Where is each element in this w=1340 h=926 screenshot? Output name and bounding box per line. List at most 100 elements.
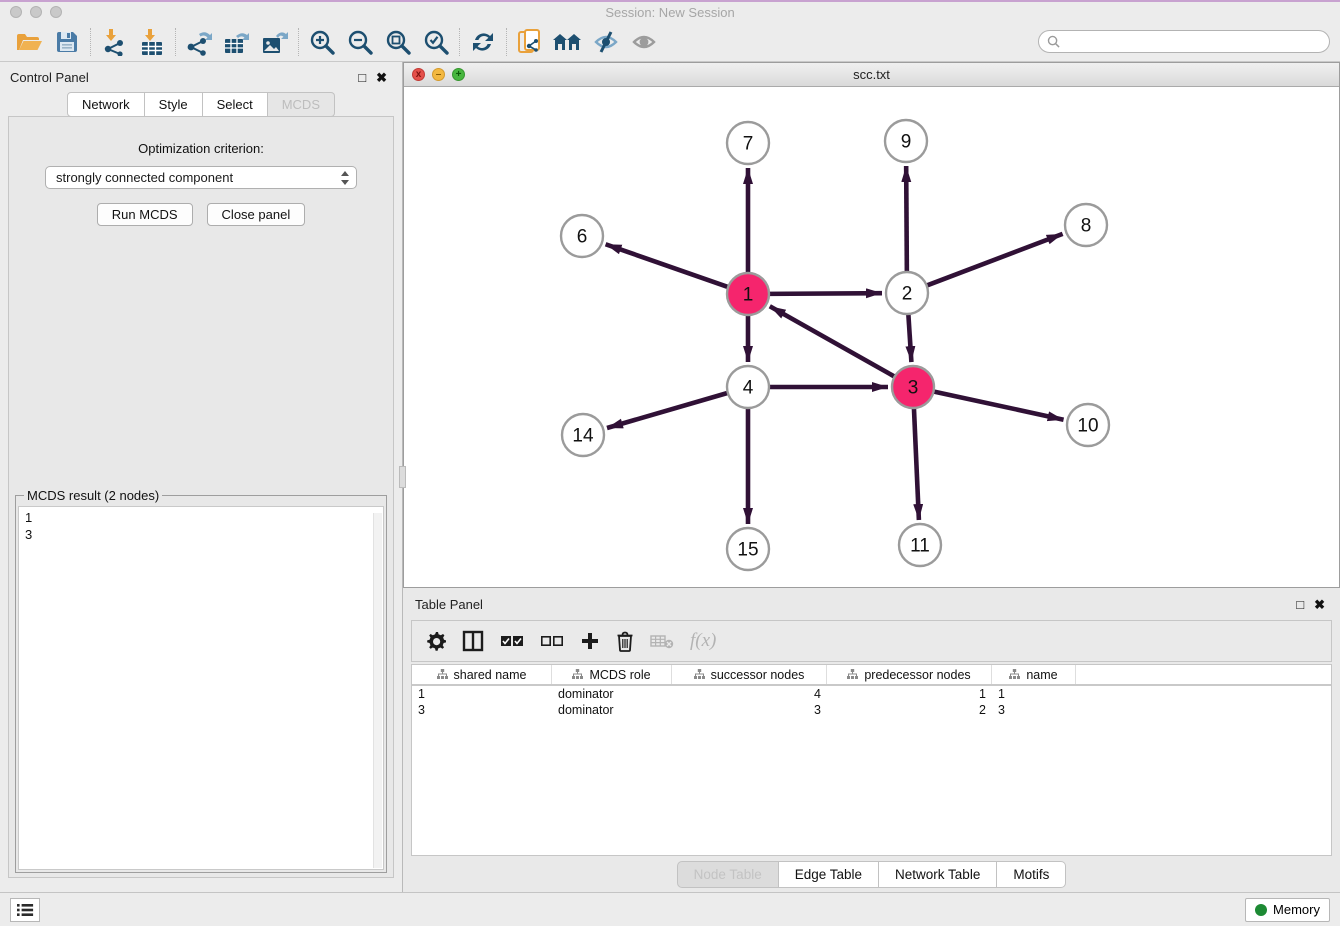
zoom-out-button[interactable] bbox=[341, 26, 379, 58]
graph-edge-2-3[interactable] bbox=[908, 314, 911, 362]
save-session-button[interactable] bbox=[48, 26, 86, 58]
refresh-layout-button[interactable] bbox=[464, 26, 502, 58]
first-neighbors-button[interactable] bbox=[549, 26, 587, 58]
delete-column-icon[interactable] bbox=[616, 626, 634, 656]
graph-edge-3-11[interactable] bbox=[914, 408, 919, 520]
tab-node-table[interactable]: Node Table bbox=[677, 861, 779, 888]
table-cell[interactable]: 1 bbox=[992, 687, 1076, 701]
deselect-all-icon[interactable] bbox=[540, 626, 564, 656]
task-history-button[interactable] bbox=[10, 898, 40, 922]
gear-icon[interactable] bbox=[426, 626, 446, 656]
tab-edge-table[interactable]: Edge Table bbox=[779, 861, 879, 888]
status-bar: Memory bbox=[0, 892, 1340, 926]
graph-node-11[interactable]: 11 bbox=[899, 524, 941, 566]
table-cell[interactable]: 3 bbox=[992, 703, 1076, 717]
result-scrollbar[interactable] bbox=[373, 513, 382, 868]
open-session-button[interactable] bbox=[10, 26, 48, 58]
graph-node-10[interactable]: 10 bbox=[1067, 404, 1109, 446]
graph-node-8[interactable]: 8 bbox=[1065, 204, 1107, 246]
maximize-window-icon[interactable] bbox=[50, 6, 62, 18]
export-image-button[interactable] bbox=[256, 26, 294, 58]
graph-node-9[interactable]: 9 bbox=[885, 120, 927, 162]
minimize-window-icon[interactable] bbox=[30, 6, 42, 18]
column-header-name[interactable]: name bbox=[992, 665, 1076, 684]
mcds-tab-content: Optimization criterion: strongly connect… bbox=[8, 116, 394, 878]
table-cell[interactable]: 1 bbox=[412, 687, 552, 701]
column-header-MCDS-role[interactable]: MCDS role bbox=[552, 665, 672, 684]
run-mcds-button[interactable]: Run MCDS bbox=[97, 203, 193, 226]
table-panel: Table Panel □ ✖ bbox=[403, 590, 1340, 892]
table-cell[interactable]: 4 bbox=[672, 687, 827, 701]
close-panel-icon[interactable]: ✖ bbox=[1309, 598, 1330, 611]
maximize-view-icon[interactable]: + bbox=[452, 68, 465, 81]
delete-table-icon[interactable] bbox=[650, 626, 674, 656]
zoom-fit-icon bbox=[385, 29, 411, 55]
float-panel-icon[interactable]: □ bbox=[353, 71, 371, 84]
table-row[interactable]: 1dominator411 bbox=[412, 686, 1331, 702]
close-view-icon[interactable]: x bbox=[412, 68, 425, 81]
close-panel-button[interactable]: Close panel bbox=[207, 203, 306, 226]
node-label: 9 bbox=[901, 132, 912, 153]
float-panel-icon[interactable]: □ bbox=[1291, 598, 1309, 611]
optimization-criterion-select[interactable]: strongly connected component bbox=[45, 166, 357, 189]
graph-node-4[interactable]: 4 bbox=[727, 366, 769, 408]
graph-node-7[interactable]: 7 bbox=[727, 122, 769, 164]
graph-node-2[interactable]: 2 bbox=[886, 272, 928, 314]
table-cell[interactable]: 1 bbox=[827, 687, 992, 701]
node-table[interactable]: shared nameMCDS rolesuccessor nodesprede… bbox=[411, 664, 1332, 856]
graph-node-14[interactable]: 14 bbox=[562, 414, 604, 456]
graph-edge-2-9[interactable] bbox=[906, 166, 907, 272]
tab-motifs[interactable]: Motifs bbox=[997, 861, 1066, 888]
optimization-criterion-value: strongly connected component bbox=[56, 170, 340, 185]
table-cell[interactable]: 2 bbox=[827, 703, 992, 717]
search-box[interactable] bbox=[1038, 30, 1330, 53]
network-window-titlebar[interactable]: x – + scc.txt bbox=[404, 63, 1339, 87]
column-header-successor-nodes[interactable]: successor nodes bbox=[672, 665, 827, 684]
tab-network-table[interactable]: Network Table bbox=[879, 861, 997, 888]
mcds-result-list[interactable]: 13 bbox=[18, 506, 384, 870]
graph-node-15[interactable]: 15 bbox=[727, 528, 769, 570]
close-window-icon[interactable] bbox=[10, 6, 22, 18]
graph-node-6[interactable]: 6 bbox=[561, 215, 603, 257]
import-table-button[interactable] bbox=[133, 26, 171, 58]
graph-edge-3-10[interactable] bbox=[934, 391, 1064, 419]
graph-edge-2-8[interactable] bbox=[927, 234, 1063, 286]
tab-select[interactable]: Select bbox=[203, 92, 268, 117]
graph-edge-1-2[interactable] bbox=[769, 293, 882, 294]
tab-mcds[interactable]: MCDS bbox=[268, 92, 335, 117]
network-canvas[interactable]: 7 9 6 8 1 2 4 3 14 10 15 11 bbox=[404, 87, 1339, 587]
column-header-predecessor-nodes[interactable]: predecessor nodes bbox=[827, 665, 992, 684]
export-network-button[interactable] bbox=[180, 26, 218, 58]
clone-network-button[interactable] bbox=[511, 26, 549, 58]
function-builder-icon[interactable]: f(x) bbox=[690, 626, 716, 656]
memory-button[interactable]: Memory bbox=[1245, 898, 1330, 922]
graph-edge-1-6[interactable] bbox=[606, 244, 729, 287]
zoom-in-button[interactable] bbox=[303, 26, 341, 58]
graph-edge-3-1[interactable] bbox=[770, 306, 895, 376]
zoom-selected-button[interactable] bbox=[417, 26, 455, 58]
panel-splitter-handle[interactable] bbox=[399, 466, 406, 488]
graph-edge-4-14[interactable] bbox=[607, 393, 728, 428]
table-cell[interactable]: 3 bbox=[412, 703, 552, 717]
table-cell[interactable]: 3 bbox=[672, 703, 827, 717]
table-cell[interactable]: dominator bbox=[552, 687, 672, 701]
graph-node-3[interactable]: 3 bbox=[892, 366, 934, 408]
search-input[interactable] bbox=[1065, 35, 1321, 49]
close-panel-icon[interactable]: ✖ bbox=[371, 71, 392, 84]
tab-network[interactable]: Network bbox=[67, 92, 145, 117]
add-column-icon[interactable] bbox=[580, 626, 600, 656]
import-network-button[interactable] bbox=[95, 26, 133, 58]
column-header-shared-name[interactable]: shared name bbox=[412, 665, 552, 684]
table-row[interactable]: 3dominator323 bbox=[412, 702, 1331, 718]
split-view-icon[interactable] bbox=[462, 626, 484, 656]
show-all-button[interactable] bbox=[625, 26, 663, 58]
export-table-button[interactable] bbox=[218, 26, 256, 58]
zoom-fit-button[interactable] bbox=[379, 26, 417, 58]
minimize-view-icon[interactable]: – bbox=[432, 68, 445, 81]
hide-selected-button[interactable] bbox=[587, 26, 625, 58]
macos-traffic-lights[interactable] bbox=[10, 6, 62, 18]
tab-style[interactable]: Style bbox=[145, 92, 203, 117]
select-all-icon[interactable] bbox=[500, 626, 524, 656]
graph-node-1[interactable]: 1 bbox=[727, 273, 769, 315]
table-cell[interactable]: dominator bbox=[552, 703, 672, 717]
